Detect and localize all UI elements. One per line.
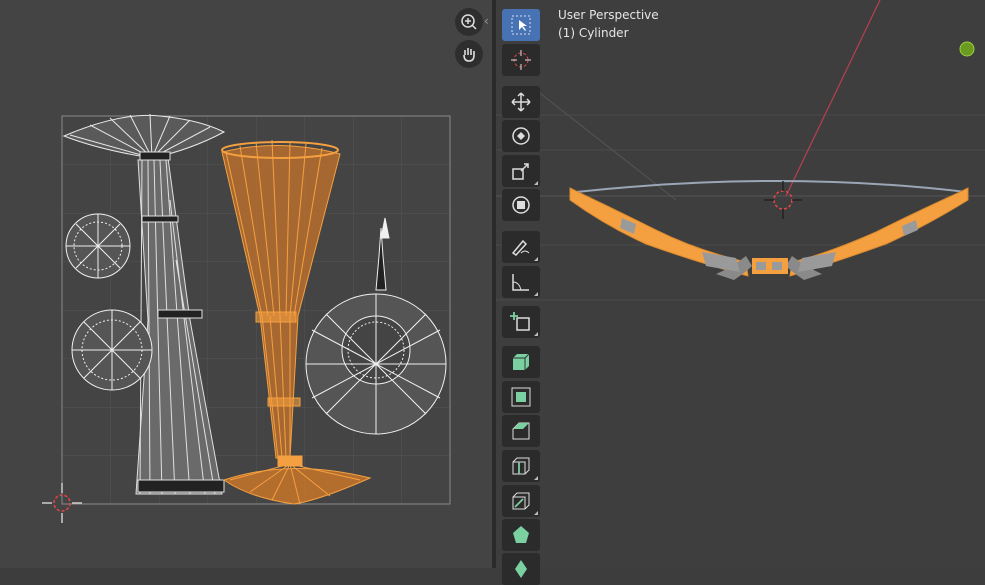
z-axis-line [785,0,881,197]
uv-canvas[interactable] [0,0,492,568]
3d-viewport[interactable] [496,0,985,568]
zoom-icon [461,14,477,30]
loop-cut-tool[interactable] [502,450,540,482]
bevel-tool[interactable] [502,415,540,447]
select-box-icon [511,15,531,35]
poly-build-tool[interactable] [502,519,540,551]
rotate-tool[interactable] [502,120,540,152]
pan-button[interactable] [455,40,483,68]
hand-icon [463,48,475,62]
bevel-icon [512,422,530,440]
cursor-icon [511,50,531,70]
uv-editor[interactable] [0,0,492,568]
extrude-tool[interactable] [502,346,540,378]
bow-mesh [569,187,969,280]
spin-tool[interactable] [502,553,540,585]
annotate-icon [511,239,530,256]
move-tool[interactable] [502,86,540,118]
poly-build-icon [513,526,529,543]
transform-icon [512,196,530,214]
annotate-tool[interactable] [502,231,540,263]
select-box-tool[interactable] [502,9,540,41]
knife-icon [512,492,530,510]
scale-icon [512,163,529,180]
axis-gizmo-dot [959,41,975,57]
uv-island-circle-b [71,309,153,391]
inset-tool[interactable] [502,381,540,413]
3d-cursor [764,181,802,219]
transform-tool[interactable] [502,189,540,221]
measure-icon [512,274,529,291]
add-cube-icon [510,312,530,331]
tool-shelf [500,6,544,585]
cursor-tool[interactable] [502,44,540,76]
move-icon [511,92,531,112]
bow-string [575,180,967,193]
loop-cut-icon [512,457,530,475]
rotate-icon [512,127,530,145]
spin-icon [515,560,527,578]
viewport-object-label: (1) Cylinder [558,26,629,40]
extrude-icon [513,353,530,370]
scale-tool[interactable] [502,155,540,187]
viewport-perspective-label: User Perspective [558,8,659,22]
inset-icon [511,387,531,407]
sidebar-collapse-icon[interactable]: ‹ [484,14,489,28]
measure-tool[interactable] [502,266,540,298]
knife-tool[interactable] [502,485,540,517]
uv-island-circle-a [65,213,131,279]
zoom-button[interactable] [455,8,483,36]
add-cube-tool[interactable] [502,306,540,338]
viewport-canvas[interactable] [496,0,985,568]
